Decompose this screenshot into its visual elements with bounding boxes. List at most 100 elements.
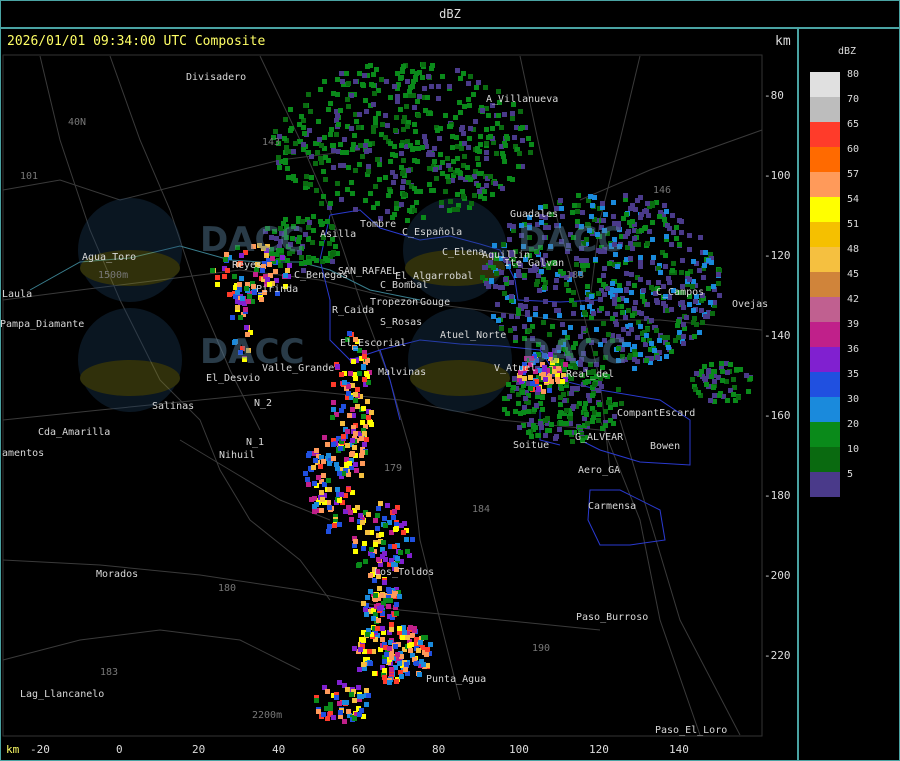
radar-echo-pixel: [708, 300, 713, 305]
radar-echo-pixel: [496, 113, 501, 118]
radar-echo-pixel: [373, 593, 378, 598]
radar-echo-pixel: [308, 182, 313, 187]
place-label: Guadales: [510, 209, 559, 220]
radar-echo-pixel: [320, 221, 325, 226]
radar-echo-pixel: [650, 220, 655, 225]
radar-map[interactable]: [0, 0, 900, 761]
radar-echo-pixel: [443, 189, 448, 194]
radar-echo-pixel: [406, 180, 411, 185]
radar-echo-pixel: [553, 285, 558, 290]
radar-echo-pixel: [244, 325, 249, 330]
place-label: Nihuil: [219, 450, 256, 461]
radar-echo-pixel: [716, 281, 721, 286]
radar-echo-pixel: [345, 687, 350, 692]
radar-echo-pixel: [408, 648, 413, 653]
radar-echo-pixel: [657, 338, 662, 343]
radar-echo-pixel: [434, 176, 439, 181]
radar-echo-pixel: [365, 530, 370, 535]
radar-echo-pixel: [588, 194, 593, 199]
radar-echo-pixel: [381, 540, 386, 545]
radar-echo-pixel: [610, 316, 615, 321]
radar-echo-pixel: [389, 667, 394, 672]
radar-echo-pixel: [623, 234, 628, 239]
radar-echo-pixel: [564, 408, 569, 413]
radar-echo-pixel: [656, 280, 661, 285]
radar-echo-pixel: [306, 92, 311, 97]
radar-echo-pixel: [382, 580, 387, 585]
radar-echo-pixel: [412, 122, 417, 127]
radar-echo-pixel: [345, 443, 350, 448]
radar-echo-pixel: [360, 461, 365, 466]
radar-echo-pixel: [329, 127, 334, 132]
radar-echo-pixel: [402, 192, 407, 197]
place-label: Asilla: [320, 229, 357, 240]
radar-echo-pixel: [569, 391, 574, 396]
radar-echo-pixel: [679, 219, 684, 224]
radar-echo-pixel: [405, 79, 410, 84]
radar-echo-pixel: [321, 459, 326, 464]
radar-echo-pixel: [401, 179, 406, 184]
radar-echo-pixel: [498, 285, 503, 290]
radar-echo-pixel: [420, 75, 425, 80]
radar-echo-pixel: [360, 520, 365, 525]
x-tick: 60: [352, 743, 366, 756]
radar-echo-pixel: [356, 563, 361, 568]
radar-echo-pixel: [736, 395, 741, 400]
radar-echo-pixel: [597, 402, 602, 407]
radar-echo-pixel: [412, 158, 417, 163]
radar-echo-pixel: [366, 169, 371, 174]
radar-echo-pixel: [507, 237, 512, 242]
legend-swatch: [810, 447, 840, 472]
radar-echo-pixel: [440, 171, 445, 176]
radar-echo-pixel: [523, 396, 528, 401]
radar-echo-pixel: [399, 165, 404, 170]
radar-echo-pixel: [591, 311, 596, 316]
radar-echo-pixel: [423, 139, 428, 144]
place-label: G_ALVEAR: [575, 432, 624, 443]
radar-echo-pixel: [709, 362, 714, 367]
route-label: 180: [218, 583, 237, 594]
radar-echo-pixel: [405, 549, 410, 554]
radar-echo-pixel: [363, 198, 368, 203]
place-label: Ite_Galvan: [504, 258, 565, 269]
radar-echo-pixel: [649, 318, 654, 323]
radar-echo-pixel: [369, 547, 374, 552]
radar-echo-pixel: [319, 143, 324, 148]
place-label: Salinas: [152, 401, 195, 412]
radar-echo-pixel: [327, 487, 332, 492]
radar-echo-pixel: [467, 136, 472, 141]
radar-echo-pixel: [632, 283, 637, 288]
radar-echo-pixel: [461, 71, 466, 76]
radar-echo-pixel: [374, 67, 379, 72]
radar-echo-pixel: [602, 292, 607, 297]
radar-echo-pixel: [389, 652, 394, 657]
place-label: Pirinda: [256, 284, 299, 295]
radar-echo-pixel: [571, 404, 576, 409]
radar-echo-pixel: [719, 361, 724, 366]
legend-swatch: [810, 222, 840, 247]
radar-echo-pixel: [363, 98, 368, 103]
radar-echo-pixel: [387, 589, 392, 594]
radar-echo-pixel: [402, 630, 407, 635]
place-label: Tombre: [360, 219, 397, 230]
radar-echo-pixel: [388, 598, 393, 603]
radar-echo-pixel: [680, 300, 685, 305]
radar-echo-pixel: [492, 243, 497, 248]
radar-echo-pixel: [393, 128, 398, 133]
radar-echo-pixel: [346, 709, 351, 714]
radar-echo-pixel: [489, 278, 494, 283]
radar-echo-pixel: [426, 74, 431, 79]
radar-echo-pixel: [342, 719, 347, 724]
radar-echo-pixel: [417, 672, 422, 677]
radar-echo-pixel: [401, 64, 406, 69]
radar-echo-pixel: [495, 302, 500, 307]
radar-echo-pixel: [554, 308, 559, 313]
radar-echo-pixel: [717, 293, 722, 298]
radar-echo-pixel: [368, 420, 373, 425]
radar-echo-pixel: [382, 668, 387, 673]
radar-echo-pixel: [507, 394, 512, 399]
radar-echo-pixel: [512, 376, 517, 381]
radar-echo-pixel: [342, 137, 347, 142]
place-label: N_1: [246, 437, 265, 448]
radar-echo-pixel: [450, 145, 455, 150]
